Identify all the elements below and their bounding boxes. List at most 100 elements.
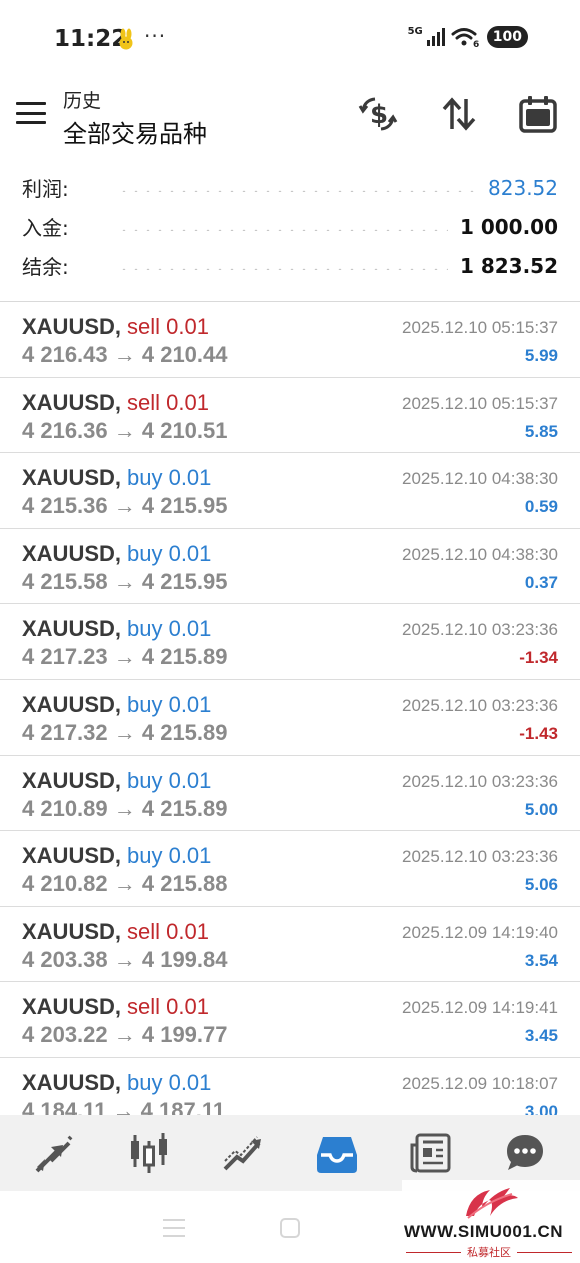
trade-row[interactable]: XAUUSD, buy 0.01 4 215.36 → 4 215.95 2025.1… [0, 453, 580, 529]
trade-type: buy 0.01 [127, 465, 212, 491]
trade-row[interactable]: XAUUSD, buy 0.01 4 217.32 → 4 215.89 2025.1… [0, 680, 580, 756]
summary-balance-row: 结余: 1 823.52 [0, 246, 580, 285]
profit-value: 823.52 [488, 175, 558, 200]
dotted-leader [118, 228, 448, 231]
trade-line-icon [223, 1136, 261, 1171]
trade-row[interactable]: XAUUSD, buy 0.01 4 215.58 → 4 215.95 2025.1… [0, 529, 580, 605]
trade-row[interactable]: XAUUSD, buy 0.01 4 210.82 → 4 215.88 2025.1… [0, 831, 580, 907]
trade-symbol: XAUUSD, [22, 314, 122, 339]
calendar-icon [519, 96, 557, 133]
nav-chart[interactable] [119, 1123, 179, 1183]
deposit-value: 1 000.00 [459, 214, 558, 239]
trade-type: sell 0.01 [127, 314, 209, 339]
network-type-label: 5G [407, 26, 423, 37]
trade-row[interactable]: XAUUSD, sell 0.01 4 203.38 → 4 199.84 2025.… [0, 907, 580, 983]
app-bar: 历史 全部交易品种 $ [0, 80, 580, 160]
trade-type: sell 0.01 [127, 994, 209, 1020]
trade-prices: 4 203.22 → 4 199.77 [22, 1022, 228, 1048]
balance-label: 结余: [22, 255, 69, 279]
status-indicators: 5G 6 100 [408, 26, 528, 48]
trade-symbol: XAUUSD, [22, 1069, 122, 1095]
nav-history[interactable] [307, 1123, 367, 1183]
trade-profit: -1.34 [519, 648, 558, 668]
trade-prices: 4 217.23 → 4 215.89 [22, 644, 228, 670]
trade-type: sell 0.01 [127, 918, 209, 944]
history-inbox-icon [317, 1137, 357, 1173]
calendar-button[interactable] [516, 92, 560, 136]
currency-exchange-icon: $ [358, 97, 398, 131]
trade-profit: 3.00 [524, 1101, 558, 1115]
recent-apps-button[interactable] [163, 1219, 185, 1237]
trade-time: 2025.12.10 05:15:37 [402, 393, 558, 413]
trade-profit: 0.59 [524, 497, 558, 517]
trade-prices: 4 216.43 → 4 210.44 [22, 342, 228, 367]
trade-type: buy 0.01 [127, 843, 212, 869]
dotted-leader [118, 189, 477, 192]
nav-news[interactable] [401, 1123, 461, 1183]
nav-trade[interactable] [213, 1123, 273, 1183]
news-icon [410, 1133, 451, 1173]
trade-prices: 4 210.89 → 4 215.89 [22, 795, 228, 821]
summary-deposit-row: 入金: 1 000.00 [0, 207, 580, 246]
trade-prices: 4 210.82 → 4 215.88 [22, 871, 228, 897]
home-button[interactable] [280, 1218, 300, 1238]
trade-symbol: XAUUSD, [22, 465, 122, 491]
trade-profit: 0.37 [524, 572, 558, 592]
sort-button[interactable] [437, 92, 481, 136]
trade-profit: -1.43 [519, 723, 558, 743]
simu-logo-icon [466, 1188, 518, 1219]
trade-time: 2025.12.10 04:38:30 [402, 544, 558, 564]
trade-row[interactable]: XAUUSD, sell 0.01 4 203.22 → 4 199.77 2025.… [0, 982, 580, 1058]
menu-button[interactable] [16, 100, 46, 126]
deposit-label: 入金: [22, 216, 69, 240]
trade-prices: 4 203.38 → 4 199.84 [22, 946, 228, 972]
trade-type: buy 0.01 [127, 767, 212, 793]
trade-profit: 5.06 [524, 875, 558, 895]
section-title: 历史 [63, 90, 102, 112]
trade-symbol: XAUUSD, [22, 767, 122, 793]
trade-prices: 4 184.11 → 4 187.11 [22, 1097, 226, 1115]
battery-indicator: 100 [486, 26, 528, 48]
profit-label: 利润: [22, 177, 69, 201]
trade-type: buy 0.01 [127, 691, 212, 717]
trade-prices: 4 216.36 → 4 210.51 [22, 417, 228, 443]
sort-icon [442, 97, 476, 131]
nav-quotes[interactable] [25, 1123, 85, 1183]
trade-symbol: XAUUSD, [22, 389, 122, 415]
bunny-notification-icon [119, 28, 133, 50]
watermark-subtitle: 私募社区 [467, 1246, 511, 1259]
dotted-leader [118, 267, 448, 270]
wifi-version-label: 6 [473, 40, 479, 48]
trade-row[interactable]: XAUUSD, buy 0.01 4 184.11 → 4 187.11 2025.1… [0, 1058, 580, 1115]
trade-symbol: XAUUSD, [22, 918, 122, 944]
trade-time: 2025.12.10 03:23:36 [402, 771, 558, 791]
trade-profit: 3.54 [524, 950, 558, 970]
trade-profit: 5.85 [524, 421, 558, 441]
trade-symbol: XAUUSD, [22, 843, 122, 869]
trade-type: sell 0.01 [127, 389, 209, 415]
trade-row[interactable]: XAUUSD, buy 0.01 4 217.23 → 4 215.89 2025.1… [0, 604, 580, 680]
watermark-subtitle-row: 私募社区 [406, 1244, 572, 1260]
page-title[interactable]: 全部交易品种 [63, 114, 207, 149]
trade-symbol: XAUUSD, [22, 691, 122, 717]
currency-exchange-button[interactable]: $ [356, 92, 400, 136]
summary-profit-row: 利润: 823.52 [0, 168, 580, 207]
more-notifications-icon: ··· [144, 24, 167, 48]
trade-time: 2025.12.09 10:18:07 [402, 1073, 558, 1093]
menu-icon [16, 102, 46, 105]
trade-type: buy 0.01 [127, 540, 212, 566]
trade-list[interactable]: XAUUSD, sell 0.01 4 216.43 → 4 210.44 2025.… [0, 302, 580, 1115]
nav-chat[interactable] [495, 1123, 555, 1183]
trade-row[interactable]: XAUUSD, sell 0.01 4 216.36 → 4 210.51 2025.… [0, 378, 580, 454]
trade-profit: 5.99 [524, 346, 558, 365]
trade-row[interactable]: XAUUSD, sell 0.01 4 216.43 → 4 210.44 2025.… [0, 302, 580, 378]
trade-symbol: XAUUSD, [22, 616, 122, 642]
trade-type: buy 0.01 [127, 1069, 212, 1095]
trade-time: 2025.12.10 03:23:36 [402, 620, 558, 640]
watermark-url: WWW.SIMU001.CN [404, 1222, 564, 1241]
svg-text:$: $ [370, 100, 388, 130]
trade-row[interactable]: XAUUSD, buy 0.01 4 210.89 → 4 215.89 2025.1… [0, 756, 580, 832]
watermark: WWW.SIMU001.CN 私募社区 [402, 1180, 580, 1263]
trade-time: 2025.12.10 03:23:36 [402, 695, 558, 715]
wifi-icon: 6 [451, 28, 479, 48]
